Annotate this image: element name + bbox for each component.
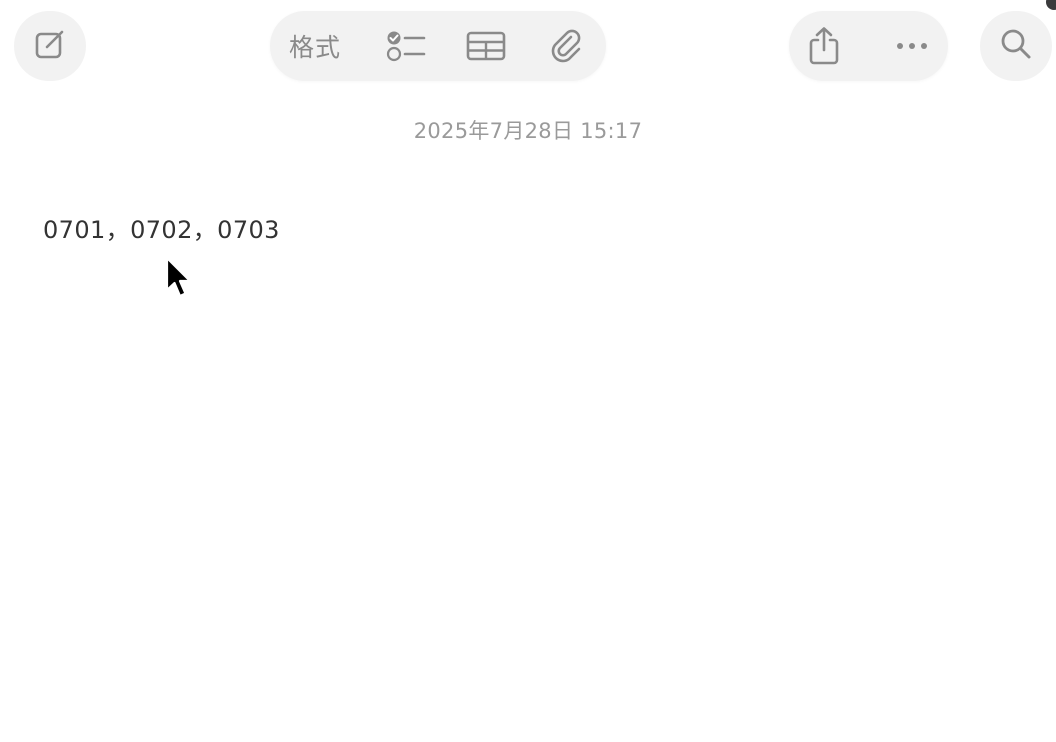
compose-button[interactable]: [14, 11, 86, 81]
note-date: 2025年7月28日 15:17: [413, 119, 643, 143]
mouse-pointer-icon: [164, 256, 194, 308]
compose-icon: [33, 27, 67, 65]
formatting-toolbar: 格式: [270, 11, 606, 81]
table-icon: [465, 29, 507, 63]
more-button[interactable]: [877, 11, 947, 81]
format-button[interactable]: 格式: [270, 11, 360, 81]
window-corner: [1046, 0, 1056, 10]
paperclip-icon: [548, 28, 584, 64]
note-body-text[interactable]: 0701，0702，0703: [43, 210, 280, 245]
attachment-button[interactable]: [526, 11, 606, 81]
share-button[interactable]: [789, 11, 859, 81]
search-button[interactable]: [980, 11, 1052, 81]
table-button[interactable]: [446, 11, 526, 81]
checklist-icon: [385, 29, 427, 63]
format-label: 格式: [288, 33, 341, 62]
more-icon: [895, 41, 929, 51]
checklist-button[interactable]: [366, 11, 446, 81]
share-icon: [807, 26, 841, 66]
actions-toolbar: [789, 11, 948, 81]
search-icon: [999, 27, 1033, 65]
notes-window: 格式 2025年7月28日 15:17 0701，0702，0703: [0, 0, 1056, 742]
